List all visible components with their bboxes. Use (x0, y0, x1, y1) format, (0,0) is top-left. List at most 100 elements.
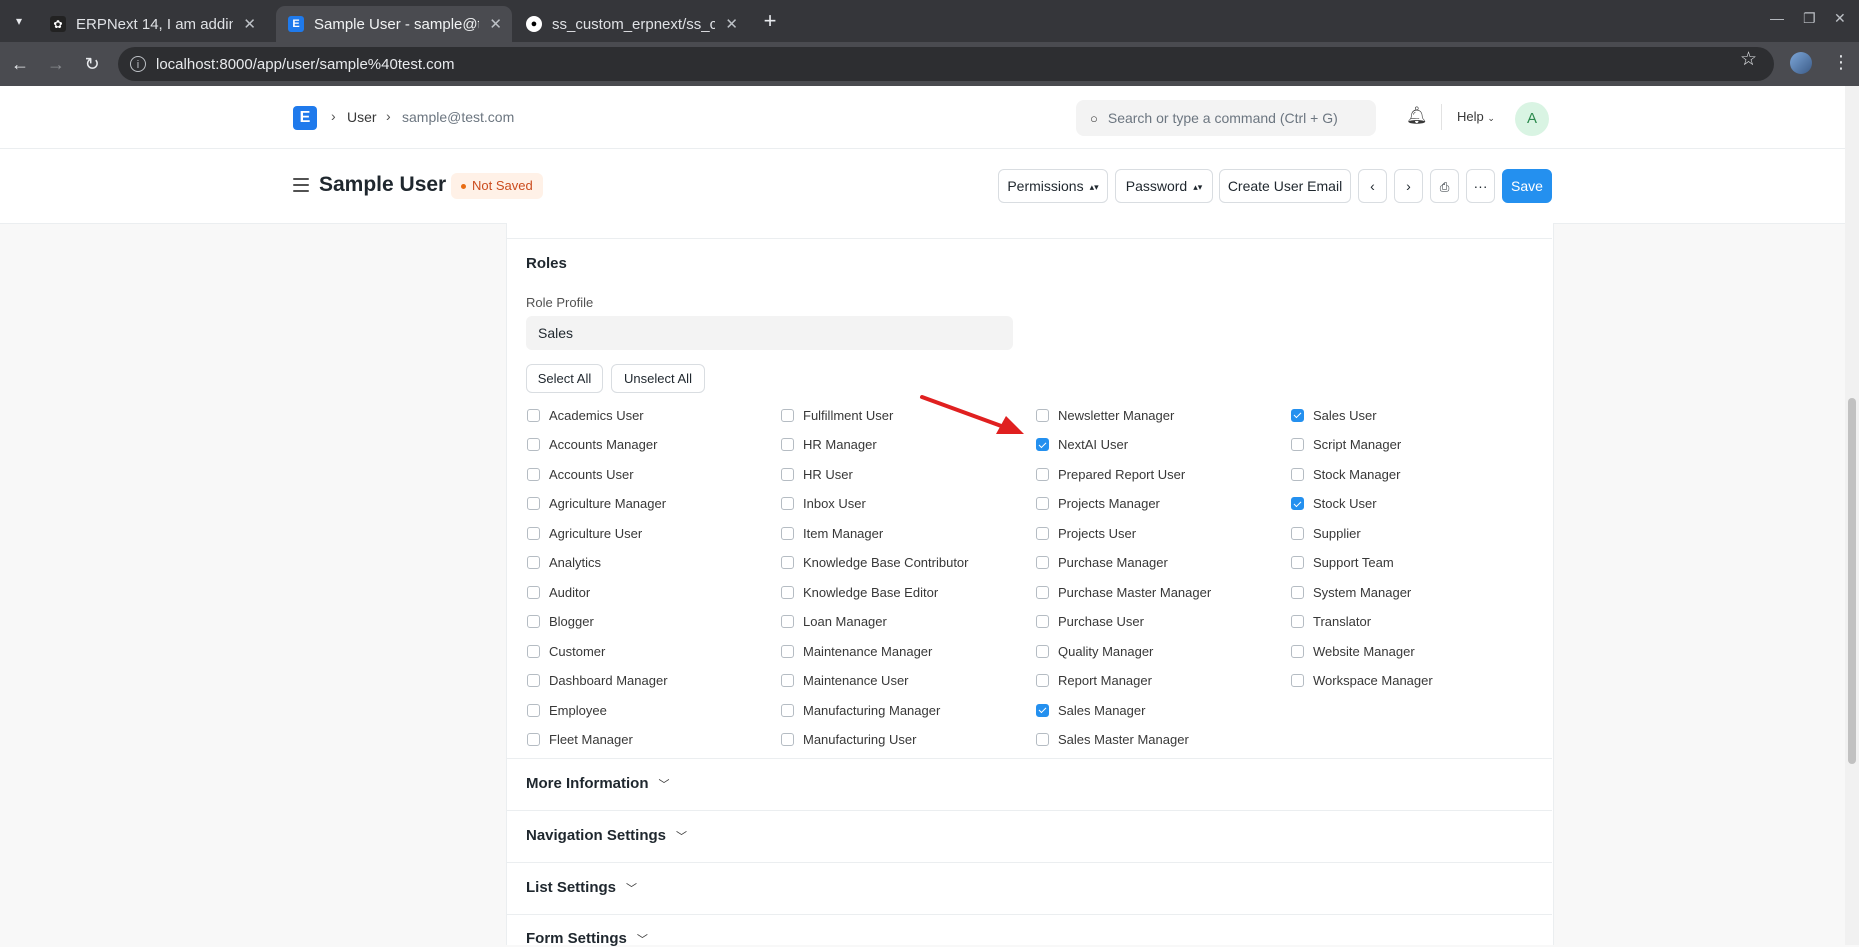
checkbox-unchecked[interactable] (781, 467, 794, 481)
close-tab-icon[interactable]: ✕ (243, 15, 256, 33)
role-checkbox-row[interactable]: Blogger (527, 612, 594, 632)
role-checkbox-row[interactable]: HR Manager (781, 435, 877, 455)
forward-arrow-icon[interactable]: → (44, 52, 68, 76)
checkbox-unchecked[interactable] (781, 526, 794, 540)
role-checkbox-row[interactable]: Accounts Manager (527, 435, 657, 455)
help-dropdown[interactable]: Help ⌄ (1457, 109, 1495, 124)
checkbox-unchecked[interactable] (1291, 438, 1304, 451)
role-checkbox-row[interactable]: Analytics (527, 553, 601, 573)
role-checkbox-row[interactable]: HR User (781, 464, 853, 484)
checkbox-checked[interactable] (1036, 703, 1049, 717)
checkbox-unchecked[interactable] (1036, 585, 1049, 599)
checkbox-unchecked[interactable] (1036, 674, 1049, 687)
role-checkbox-row[interactable]: Website Manager (1291, 641, 1415, 661)
checkbox-unchecked[interactable] (1036, 644, 1049, 658)
role-checkbox-row[interactable]: Sales User (1291, 405, 1377, 425)
reload-icon[interactable]: ↻ (80, 52, 104, 76)
checkbox-unchecked[interactable] (1291, 674, 1304, 687)
role-checkbox-row[interactable]: Translator (1291, 612, 1371, 632)
role-checkbox-row[interactable]: Customer (527, 641, 605, 661)
role-checkbox-row[interactable]: Knowledge Base Contributor (781, 553, 969, 573)
role-checkbox-row[interactable]: Quality Manager (1036, 641, 1153, 661)
checkbox-unchecked[interactable] (527, 438, 540, 451)
checkbox-unchecked[interactable] (527, 674, 540, 687)
checkbox-unchecked[interactable] (781, 585, 794, 599)
role-checkbox-row[interactable]: Stock Manager (1291, 464, 1400, 484)
browser-tab-erpnext-forum[interactable]: ✿ ERPNext 14, I am adding ✕ (38, 6, 266, 42)
role-checkbox-row[interactable]: NextAI User (1036, 435, 1128, 455)
tab-search-button[interactable]: ▾ (6, 8, 32, 34)
browser-tab-sample-user[interactable]: E Sample User - sample@t ✕ (276, 6, 512, 42)
role-checkbox-row[interactable]: Sales Manager (1036, 700, 1145, 720)
checkbox-unchecked[interactable] (781, 438, 794, 451)
checkbox-unchecked[interactable] (1291, 644, 1304, 658)
role-checkbox-row[interactable]: Fleet Manager (527, 730, 633, 750)
role-checkbox-row[interactable]: Workspace Manager (1291, 671, 1433, 691)
role-checkbox-row[interactable]: Inbox User (781, 494, 866, 514)
role-checkbox-row[interactable]: Newsletter Manager (1036, 405, 1174, 425)
checkbox-unchecked[interactable] (527, 585, 540, 599)
role-checkbox-row[interactable]: Auditor (527, 582, 590, 602)
user-avatar[interactable]: A (1515, 102, 1549, 136)
close-tab-icon[interactable]: ✕ (489, 15, 502, 33)
checkbox-unchecked[interactable] (527, 644, 540, 658)
restore-window-icon[interactable]: ❐ (1803, 10, 1816, 27)
role-checkbox-row[interactable]: Script Manager (1291, 435, 1401, 455)
address-bar[interactable]: i localhost:8000/app/user/sample%40test.… (118, 47, 1774, 81)
breadcrumb-user[interactable]: User (347, 109, 377, 125)
print-button[interactable]: ⎙ (1430, 169, 1459, 203)
checkbox-unchecked[interactable] (1036, 556, 1049, 569)
role-checkbox-row[interactable]: Accounts User (527, 464, 634, 484)
browser-tab-github[interactable]: ● ss_custom_erpnext/ss_c ✕ (514, 6, 748, 42)
sidebar-toggle-icon[interactable] (293, 178, 309, 196)
checkbox-unchecked[interactable] (781, 644, 794, 658)
checkbox-unchecked[interactable] (527, 556, 540, 569)
checkbox-unchecked[interactable] (527, 703, 540, 717)
close-window-icon[interactable]: ✕ (1834, 10, 1846, 27)
site-info-icon[interactable]: i (130, 56, 146, 72)
list-settings-section[interactable]: List Settings ﹀ (526, 879, 637, 896)
role-checkbox-row[interactable]: Supplier (1291, 523, 1361, 543)
role-profile-field[interactable]: Sales (526, 316, 1013, 350)
checkbox-unchecked[interactable] (527, 615, 540, 628)
checkbox-checked[interactable] (1036, 438, 1049, 451)
role-checkbox-row[interactable]: Fulfillment User (781, 405, 893, 425)
checkbox-unchecked[interactable] (1036, 526, 1049, 540)
next-record-button[interactable]: › (1394, 169, 1423, 203)
role-checkbox-row[interactable]: Item Manager (781, 523, 883, 543)
checkbox-unchecked[interactable] (1036, 733, 1049, 746)
checkbox-unchecked[interactable] (1291, 556, 1304, 569)
checkbox-unchecked[interactable] (1291, 615, 1304, 628)
select-all-button[interactable]: Select All (526, 364, 603, 393)
role-checkbox-row[interactable]: Academics User (527, 405, 644, 425)
notification-bell-icon[interactable]: 🔔︎ (1406, 106, 1428, 126)
breadcrumb-record[interactable]: sample@test.com (402, 109, 514, 125)
checkbox-unchecked[interactable] (1291, 585, 1304, 599)
back-arrow-icon[interactable]: ← (8, 52, 32, 76)
role-checkbox-row[interactable]: Manufacturing Manager (781, 700, 940, 720)
browser-profile-avatar[interactable] (1790, 52, 1812, 74)
more-actions-button[interactable]: ··· (1466, 169, 1495, 203)
role-checkbox-row[interactable]: Projects Manager (1036, 494, 1160, 514)
checkbox-unchecked[interactable] (781, 615, 794, 628)
role-checkbox-row[interactable]: Agriculture User (527, 523, 642, 543)
page-scrollbar-thumb[interactable] (1848, 398, 1856, 764)
navigation-settings-section[interactable]: Navigation Settings ﹀ (526, 827, 687, 844)
save-button[interactable]: Save (1502, 169, 1552, 203)
checkbox-unchecked[interactable] (1036, 497, 1049, 510)
role-checkbox-row[interactable]: Manufacturing User (781, 730, 916, 750)
role-checkbox-row[interactable]: Support Team (1291, 553, 1394, 573)
checkbox-unchecked[interactable] (781, 497, 794, 510)
checkbox-unchecked[interactable] (781, 733, 794, 746)
role-checkbox-row[interactable]: Knowledge Base Editor (781, 582, 938, 602)
checkbox-unchecked[interactable] (781, 408, 794, 422)
checkbox-checked[interactable] (1291, 408, 1304, 422)
role-checkbox-row[interactable]: System Manager (1291, 582, 1411, 602)
permissions-button[interactable]: Permissions ▴▾ (998, 169, 1108, 203)
role-checkbox-row[interactable]: Loan Manager (781, 612, 887, 632)
more-information-section[interactable]: More Information ﹀ (526, 775, 670, 792)
role-checkbox-row[interactable]: Prepared Report User (1036, 464, 1185, 484)
role-checkbox-row[interactable]: Dashboard Manager (527, 671, 668, 691)
checkbox-unchecked[interactable] (527, 408, 540, 422)
checkbox-checked[interactable] (1291, 497, 1304, 510)
